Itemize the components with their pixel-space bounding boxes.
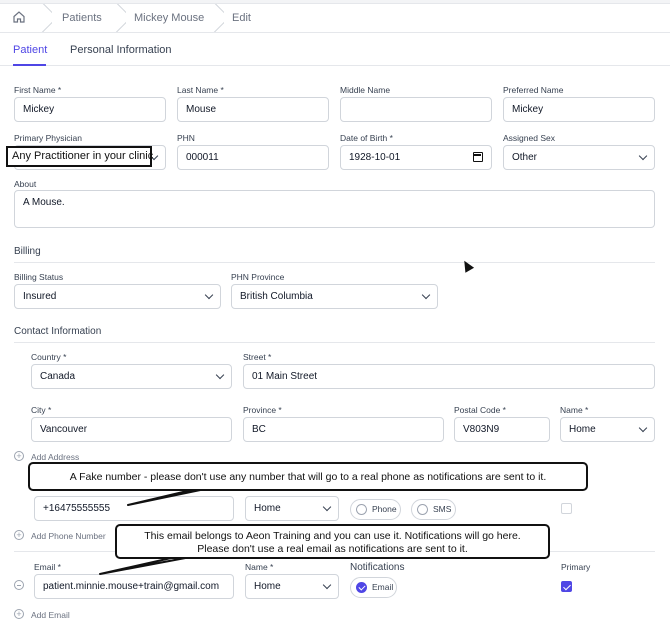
- email-callout-line-1: This email belongs to Aeon Training and …: [144, 530, 521, 542]
- phone-callout: A Fake number - please don't use any num…: [28, 462, 588, 491]
- email-callout: This email belongs to Aeon Training and …: [115, 524, 550, 559]
- email-callout-line-2: Please don't use a real email as notific…: [197, 543, 468, 555]
